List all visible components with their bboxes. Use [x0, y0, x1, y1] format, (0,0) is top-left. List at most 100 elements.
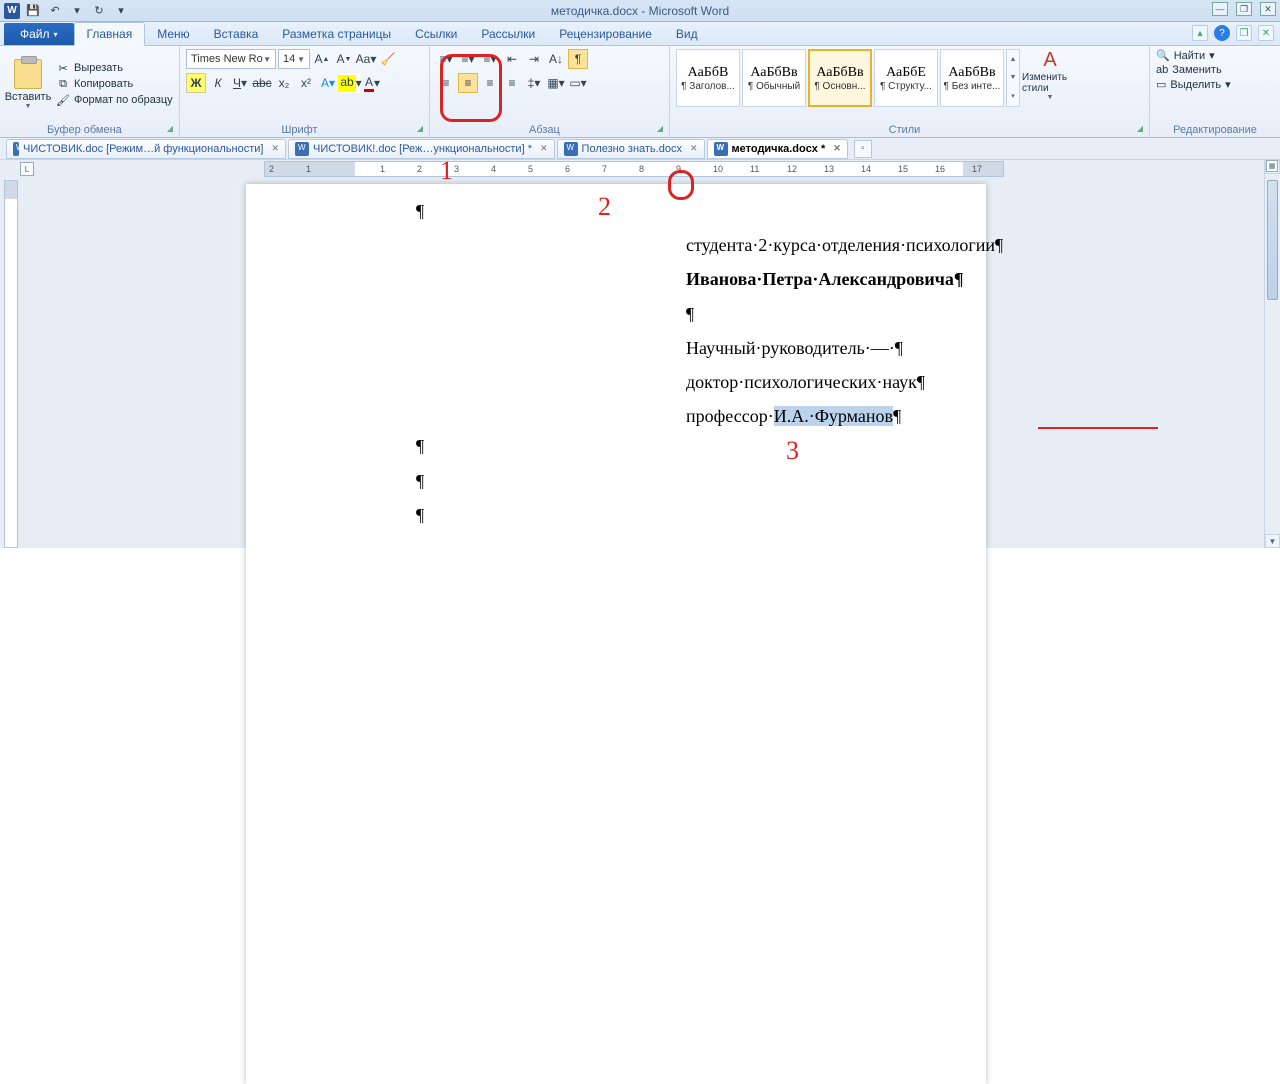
tab-review[interactable]: Рецензирование: [547, 23, 664, 45]
replace-button[interactable]: abЗаменить: [1156, 64, 1274, 76]
format-painter-button[interactable]: 🖌Формат по образцу: [56, 93, 173, 107]
qat-more[interactable]: ▾: [112, 2, 130, 20]
doc-tab-active[interactable]: методичка.docx *✕: [707, 139, 848, 159]
select-button[interactable]: ▭Выделить ▾: [1156, 78, 1274, 91]
align-left-button[interactable]: ≡: [436, 73, 456, 93]
tab-page-layout[interactable]: Разметка страницы: [270, 23, 403, 45]
font-size-combo[interactable]: 14▼: [278, 49, 310, 69]
group-paragraph: ≡▾ ≡▾ ≡▾ ⇤ ⇥ A↓ ¶ ≡ ≡ ≡ ≡ ‡▾ ▦▾ ▭▾ Абзац…: [430, 46, 670, 137]
styles-launcher[interactable]: ◢: [1137, 124, 1143, 133]
font-launcher[interactable]: ◢: [417, 124, 423, 133]
help-icon[interactable]: ?: [1214, 25, 1230, 41]
text-effects-button[interactable]: A▾: [318, 73, 338, 93]
restore-button[interactable]: ❐: [1236, 2, 1252, 16]
close-button[interactable]: ✕: [1260, 2, 1276, 16]
font-color-button[interactable]: A▾: [362, 73, 382, 93]
multilevel-list-button[interactable]: ≡▾: [480, 49, 500, 69]
style-nospacing[interactable]: АаБбВв¶ Без инте...: [940, 49, 1004, 107]
subscript-button[interactable]: x₂: [274, 73, 294, 93]
copy-icon: ⧉: [56, 77, 70, 91]
doc-icon: [714, 142, 728, 156]
select-icon: ▭: [1156, 78, 1166, 91]
strikethrough-button[interactable]: abc: [252, 73, 272, 93]
redo-button[interactable]: ↻: [90, 2, 108, 20]
close-icon[interactable]: ✕: [540, 143, 548, 154]
doc-tab[interactable]: Полезно знать.docx✕: [557, 139, 705, 159]
doc-tab[interactable]: ЧИСТОВИК.doc [Режим…й функциональности]✕: [6, 139, 286, 159]
new-doc-button[interactable]: ▫: [854, 140, 872, 158]
bold-button[interactable]: Ж: [186, 73, 206, 93]
quick-access-toolbar: W 💾 ↶ ▾ ↻ ▾: [0, 2, 130, 20]
tab-view[interactable]: Вид: [664, 23, 710, 45]
document-tabs: ЧИСТОВИК.doc [Режим…й функциональности]✕…: [0, 138, 1280, 160]
copy-button[interactable]: ⧉Копировать: [56, 77, 173, 91]
close-icon[interactable]: ✕: [690, 143, 698, 154]
borders-button[interactable]: ▭▾: [568, 73, 588, 93]
tab-references[interactable]: Ссылки: [403, 23, 469, 45]
replace-icon: ab: [1156, 64, 1168, 76]
minimize-ribbon-button[interactable]: ▴: [1192, 25, 1208, 41]
vertical-scrollbar[interactable]: ▲ ▼: [1264, 160, 1280, 548]
numbering-button[interactable]: ≡▾: [458, 49, 478, 69]
window-title: методичка.docx - Microsoft Word: [551, 4, 729, 18]
clipboard-launcher[interactable]: ◢: [167, 124, 173, 133]
find-button[interactable]: 🔍Найти ▾: [1156, 49, 1274, 62]
tab-mailings[interactable]: Рассылки: [469, 23, 547, 45]
underline-button[interactable]: Ч▾: [230, 73, 250, 93]
shading-button[interactable]: ▦▾: [546, 73, 566, 93]
save-button[interactable]: 💾: [24, 2, 42, 20]
tab-menu[interactable]: Меню: [145, 23, 201, 45]
close-icon[interactable]: ✕: [271, 143, 279, 154]
style-heading[interactable]: АаБбВ¶ Заголов...: [676, 49, 740, 107]
window-controls: — ❐ ✕: [1212, 2, 1276, 16]
change-styles-button[interactable]: AИзменить стили▼: [1022, 49, 1078, 101]
increase-indent-button[interactable]: ⇥: [524, 49, 544, 69]
vertical-ruler[interactable]: [4, 180, 18, 548]
tab-home[interactable]: Главная: [74, 22, 146, 46]
workspace: L 211234567891011121314151617 ¶студента·…: [0, 160, 1280, 548]
style-main[interactable]: АаБбВв¶ Основн...: [808, 49, 872, 107]
line-spacing-button[interactable]: ‡▾: [524, 73, 544, 93]
tab-selector[interactable]: L: [20, 162, 34, 176]
close-icon[interactable]: ✕: [833, 143, 841, 154]
show-marks-button[interactable]: ¶: [568, 49, 588, 69]
align-center-button[interactable]: ≡: [458, 73, 478, 93]
style-structure[interactable]: АаБбЕ¶ Структу...: [874, 49, 938, 107]
change-styles-icon: A: [1043, 49, 1056, 72]
window-restore-icon[interactable]: ❐: [1236, 25, 1252, 41]
justify-button[interactable]: ≡: [502, 73, 522, 93]
grow-font-button[interactable]: A▲: [312, 49, 332, 69]
doc-tab[interactable]: ЧИСТОВИК!.doc [Реж…ункциональности] *✕: [288, 139, 555, 159]
sort-button[interactable]: A↓: [546, 49, 566, 69]
paragraph-launcher[interactable]: ◢: [657, 124, 663, 133]
doc-icon: [13, 142, 19, 156]
shrink-font-button[interactable]: A▼: [334, 49, 354, 69]
styles-gallery-more[interactable]: ▲▼▾: [1006, 49, 1020, 107]
font-face-combo[interactable]: Times New Ro▼: [186, 49, 276, 69]
word-app-icon[interactable]: W: [4, 3, 20, 19]
scissors-icon: ✂: [56, 61, 70, 75]
bullets-button[interactable]: ≡▾: [436, 49, 456, 69]
ruler-toggle[interactable]: ▦: [1266, 160, 1278, 172]
window-close-icon[interactable]: ✕: [1258, 25, 1274, 41]
qat-dropdown[interactable]: ▾: [68, 2, 86, 20]
italic-button[interactable]: К: [208, 73, 228, 93]
undo-button[interactable]: ↶: [46, 2, 64, 20]
superscript-button[interactable]: x²: [296, 73, 316, 93]
file-tab[interactable]: Файл ▾: [4, 23, 74, 45]
horizontal-ruler[interactable]: 211234567891011121314151617: [264, 161, 1004, 177]
paste-button[interactable]: Вставить ▼: [6, 49, 50, 119]
document-page[interactable]: ¶студента·2·курса·отделения·психологии¶И…: [246, 184, 986, 1084]
scroll-thumb[interactable]: [1267, 180, 1278, 300]
style-normal[interactable]: АаБбВв¶ Обычный: [742, 49, 806, 107]
scroll-down-icon[interactable]: ▼: [1265, 534, 1280, 548]
change-case-button[interactable]: Aa▾: [356, 49, 376, 69]
clear-formatting-button[interactable]: 🧹: [378, 49, 398, 69]
minimize-button[interactable]: —: [1212, 2, 1228, 16]
decrease-indent-button[interactable]: ⇤: [502, 49, 522, 69]
align-right-button[interactable]: ≡: [480, 73, 500, 93]
document-content[interactable]: ¶студента·2·курса·отделения·психологии¶И…: [416, 194, 926, 532]
cut-button[interactable]: ✂Вырезать: [56, 61, 173, 75]
tab-insert[interactable]: Вставка: [202, 23, 271, 45]
highlight-button[interactable]: ab▾: [340, 73, 360, 93]
